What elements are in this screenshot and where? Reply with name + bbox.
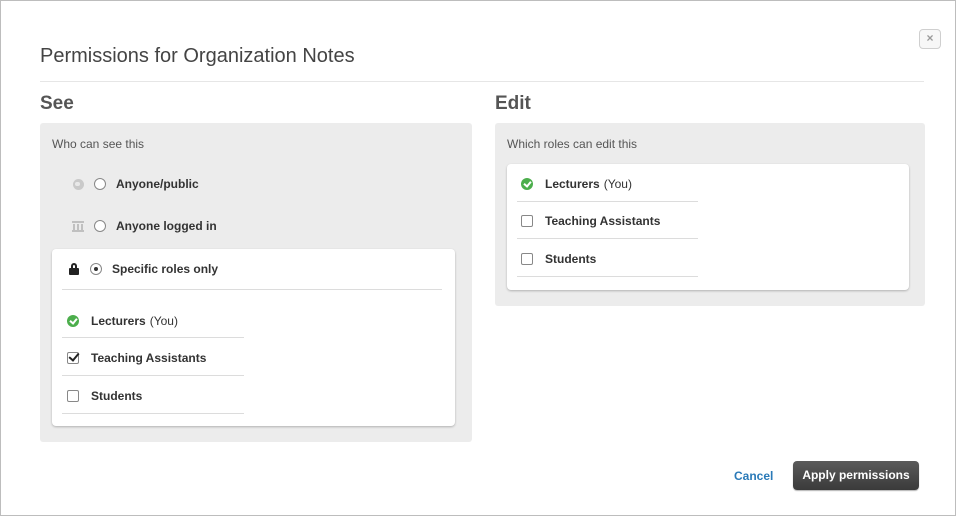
divider <box>517 276 698 277</box>
close-icon[interactable]: × <box>919 29 941 49</box>
role-label: Teaching Assistants <box>91 351 207 365</box>
role-label: Students <box>545 252 597 266</box>
option-label: Anyone logged in <box>116 219 217 233</box>
permissions-dialog: × Permissions for Organization Notes See… <box>0 0 956 516</box>
check-circle-icon <box>67 315 79 327</box>
divider <box>517 238 698 239</box>
cancel-link[interactable]: Cancel <box>734 469 773 483</box>
edit-panel: Which roles can edit this Lecturers (You… <box>495 123 925 306</box>
title-divider <box>40 81 924 82</box>
institution-icon <box>72 220 84 232</box>
option-anyone-public[interactable]: Anyone/public <box>73 177 199 191</box>
option-label: Specific roles only <box>112 262 219 276</box>
role-suffix: (You) <box>149 314 178 328</box>
divider <box>62 413 244 414</box>
edit-heading: Edit <box>495 93 531 114</box>
see-caption: Who can see this <box>52 137 145 151</box>
edit-role-teaching-assistants[interactable]: Teaching Assistants <box>521 214 660 228</box>
divider <box>62 375 244 376</box>
specific-roles-card: Specific roles only Lecturers (You) Teac… <box>52 249 455 426</box>
radio-anyone-public[interactable] <box>94 178 106 190</box>
edit-caption: Which roles can edit this <box>507 137 638 151</box>
role-label: Lecturers <box>91 314 146 328</box>
option-label: Anyone/public <box>116 177 199 191</box>
role-label: Students <box>91 389 143 403</box>
divider <box>62 289 442 290</box>
lock-icon <box>69 263 79 275</box>
checkbox-students[interactable] <box>67 390 79 402</box>
dialog-title: Permissions for Organization Notes <box>40 45 355 67</box>
see-panel: Who can see this Anyone/public Anyone lo… <box>40 123 472 442</box>
see-role-teaching-assistants[interactable]: Teaching Assistants <box>67 351 206 365</box>
see-role-students[interactable]: Students <box>67 389 142 403</box>
radio-anyone-logged-in[interactable] <box>94 220 106 232</box>
option-anyone-logged-in[interactable]: Anyone logged in <box>72 219 217 233</box>
edit-roles-card: Lecturers (You) Teaching Assistants Stud… <box>507 164 909 290</box>
divider <box>62 337 244 338</box>
role-label: Lecturers <box>545 177 600 191</box>
checkbox-students[interactable] <box>521 253 533 265</box>
apply-permissions-button[interactable]: Apply permissions <box>793 461 919 490</box>
role-suffix: (You) <box>603 177 632 191</box>
role-label: Teaching Assistants <box>545 214 661 228</box>
see-role-lecturers: Lecturers (You) <box>67 314 178 328</box>
see-heading: See <box>40 93 74 114</box>
check-circle-icon <box>521 178 533 190</box>
globe-icon <box>73 178 84 190</box>
edit-role-lecturers: Lecturers (You) <box>521 177 632 191</box>
edit-role-students[interactable]: Students <box>521 252 596 266</box>
option-specific-roles[interactable]: Specific roles only <box>69 262 218 276</box>
divider <box>517 201 698 202</box>
radio-specific-roles[interactable] <box>90 263 102 275</box>
checkbox-teaching-assistants[interactable] <box>521 215 533 227</box>
checkbox-teaching-assistants[interactable] <box>67 352 79 364</box>
